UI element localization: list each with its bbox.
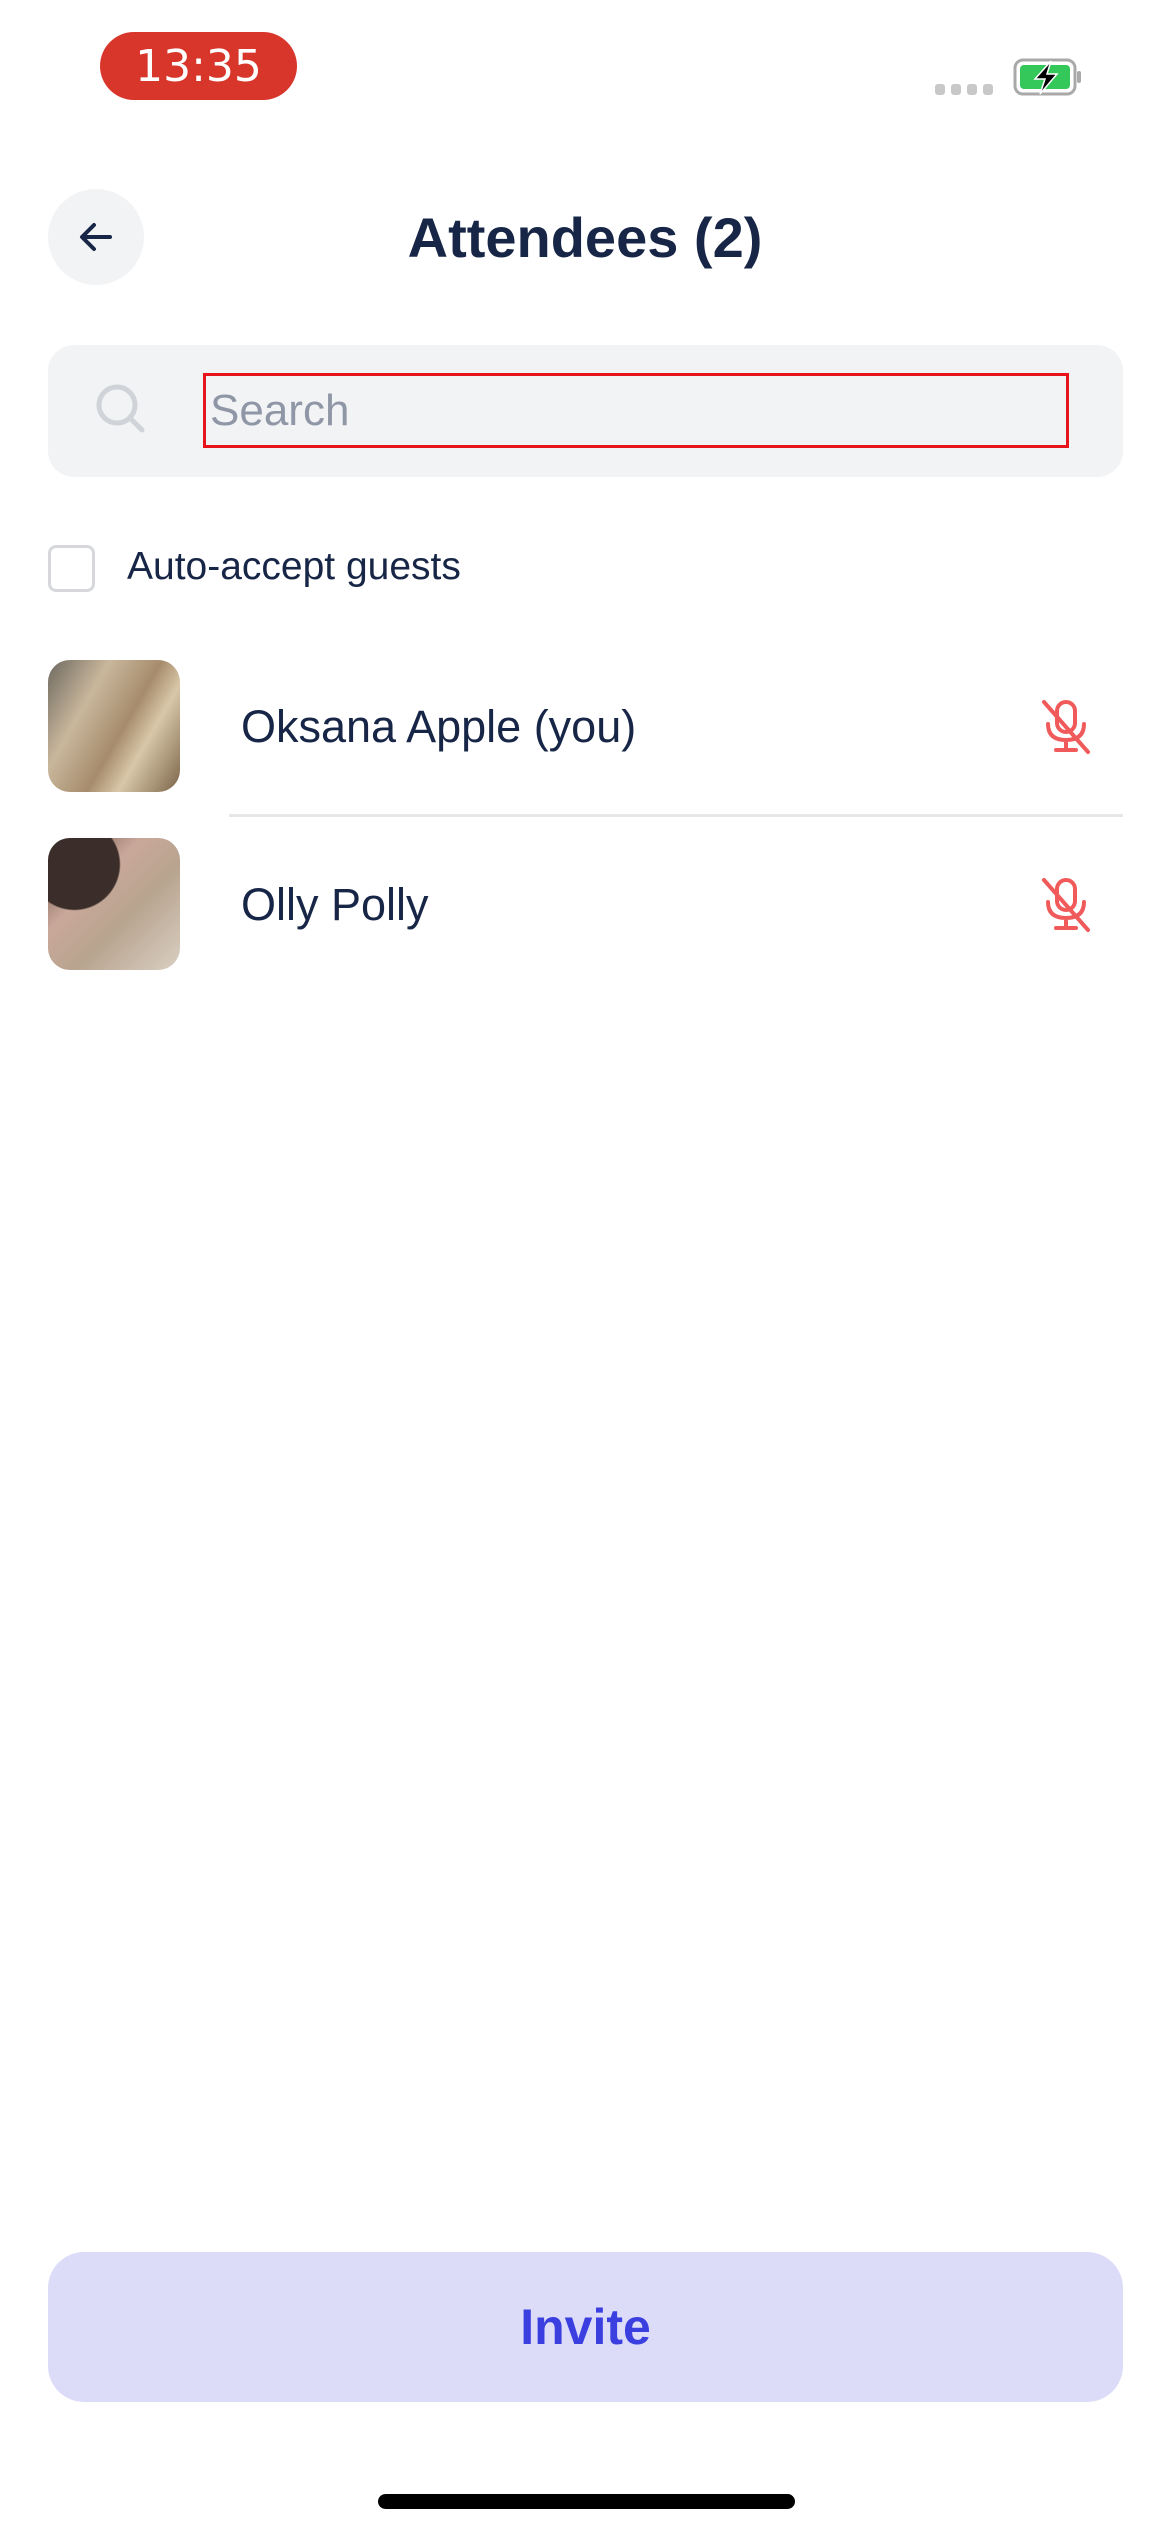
mic-off-icon[interactable]	[1036, 696, 1096, 756]
divider	[229, 814, 1123, 817]
home-indicator[interactable]	[378, 2494, 795, 2509]
avatar	[48, 838, 180, 970]
search-icon	[96, 384, 145, 433]
attendee-name: Oksana Apple (you)	[241, 701, 637, 752]
search-input[interactable]	[203, 373, 1069, 448]
avatar	[48, 660, 180, 792]
auto-accept-label: Auto-accept guests	[127, 545, 461, 588]
mic-off-icon[interactable]	[1036, 874, 1096, 934]
auto-accept-checkbox[interactable]	[48, 545, 95, 592]
status-time-text: 13:35	[135, 40, 262, 92]
attendee-name: Olly Polly	[241, 879, 429, 930]
battery-charging-icon	[1013, 58, 1081, 96]
status-time: 13:35	[100, 32, 297, 100]
page-title: Attendees (2)	[407, 206, 763, 269]
signal-icon	[935, 84, 993, 95]
invite-button[interactable]: Invite	[48, 2252, 1123, 2402]
